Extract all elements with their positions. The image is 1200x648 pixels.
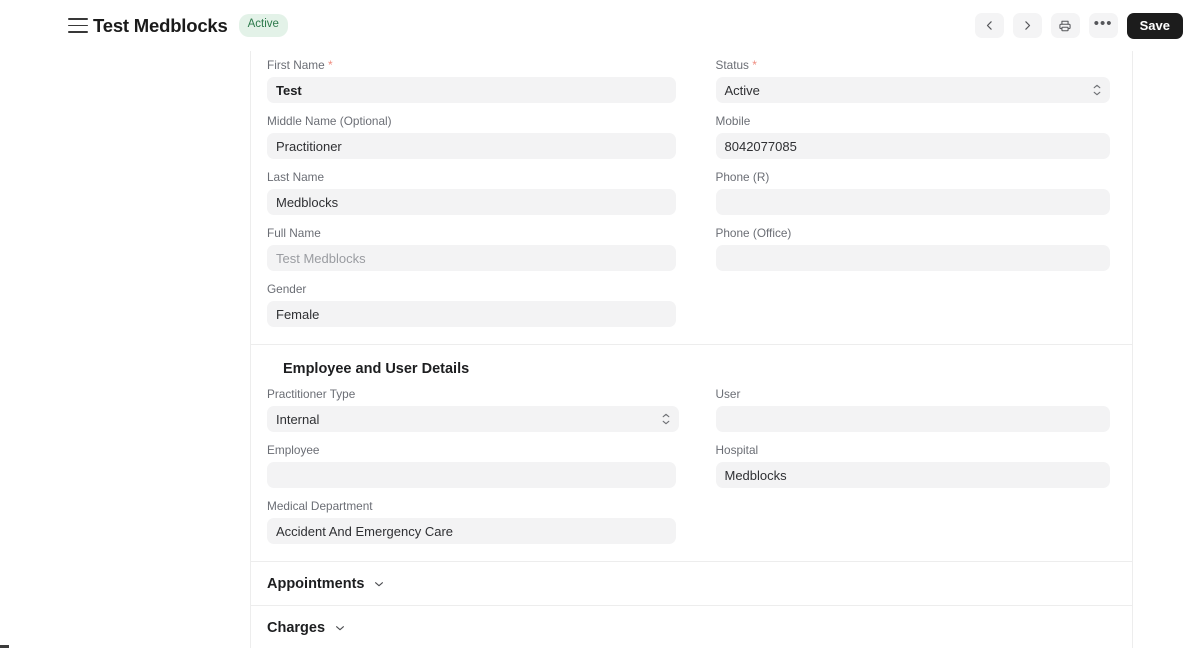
hamburger-line xyxy=(68,31,88,33)
field-full-name: Full Name xyxy=(267,226,676,271)
field-last-name: Last Name xyxy=(267,170,676,215)
first-name-input[interactable] xyxy=(267,77,676,103)
field-label: Mobile xyxy=(716,114,1111,128)
mobile-input[interactable] xyxy=(716,133,1111,159)
page-header: Test Medblocks Active ••• Save xyxy=(0,0,1200,51)
stepper-arrows-icon xyxy=(1093,84,1101,96)
hamburger-line xyxy=(68,18,88,20)
employee-user-details-section: Employee and User Details Practitioner T… xyxy=(251,344,1132,561)
next-record-button[interactable] xyxy=(1013,13,1042,38)
field-label: Hospital xyxy=(716,443,1111,457)
field-hospital: Hospital xyxy=(716,443,1111,488)
collapsible-charges[interactable]: Charges xyxy=(251,605,1132,648)
employee-left-column: Practitioner Type Internal Employee Medi… xyxy=(267,387,692,544)
required-marker: * xyxy=(749,58,757,72)
field-mobile: Mobile xyxy=(716,114,1111,159)
save-button[interactable]: Save xyxy=(1127,13,1183,39)
status-select[interactable]: Active xyxy=(716,77,1111,103)
printer-icon xyxy=(1058,19,1072,33)
phone-r-input[interactable] xyxy=(716,189,1111,215)
required-marker: * xyxy=(325,58,333,72)
chevron-up-icon xyxy=(1093,84,1101,89)
collapsible-title: Charges xyxy=(267,620,325,636)
collapsible-appointments[interactable]: Appointments xyxy=(251,561,1132,605)
field-first-name: First Name * xyxy=(267,58,676,103)
field-medical-department: Medical Department xyxy=(267,499,676,544)
field-label: Phone (R) xyxy=(716,170,1111,184)
field-label: First Name * xyxy=(267,58,676,72)
chevron-left-icon xyxy=(983,19,996,32)
chevron-down-icon xyxy=(1093,91,1101,96)
form-container: First Name * Middle Name (Optional) Last… xyxy=(250,51,1133,648)
hamburger-line xyxy=(68,25,88,27)
phone-office-input[interactable] xyxy=(716,245,1111,271)
more-options-button[interactable]: ••• xyxy=(1089,13,1118,38)
stepper-arrows-icon xyxy=(662,413,670,425)
full-name-input[interactable] xyxy=(267,245,676,271)
employee-right-column: User Hospital xyxy=(692,387,1117,544)
last-name-input[interactable] xyxy=(267,189,676,215)
field-label: Phone (Office) xyxy=(716,226,1111,240)
collapsible-title: Appointments xyxy=(267,576,364,592)
chevron-up-icon xyxy=(662,413,670,418)
section-title-employee-user-details: Employee and User Details xyxy=(267,345,1116,380)
field-label: Employee xyxy=(267,443,676,457)
field-label: Medical Department xyxy=(267,499,676,513)
field-label: User xyxy=(716,387,1111,401)
field-label: Last Name xyxy=(267,170,676,184)
status-select-value: Active xyxy=(725,83,760,98)
header-actions: ••• Save xyxy=(975,13,1183,39)
basic-right-column: Status * Active Mobile Phone (R) xyxy=(692,58,1117,327)
field-label: Practitioner Type xyxy=(267,387,676,401)
field-user: User xyxy=(716,387,1111,432)
chevron-down-icon xyxy=(662,420,670,425)
basic-details-section: First Name * Middle Name (Optional) Last… xyxy=(251,51,1132,344)
hospital-input[interactable] xyxy=(716,462,1111,488)
field-label: Status * xyxy=(716,58,1111,72)
field-label: Full Name xyxy=(267,226,676,240)
gender-input[interactable] xyxy=(267,301,676,327)
hamburger-icon[interactable] xyxy=(68,18,88,33)
medical-department-input[interactable] xyxy=(267,518,676,544)
practitioner-type-value: Internal xyxy=(276,412,319,427)
field-gender: Gender xyxy=(267,282,676,327)
print-button[interactable] xyxy=(1051,13,1080,38)
employee-input[interactable] xyxy=(267,462,676,488)
previous-record-button[interactable] xyxy=(975,13,1004,38)
chevron-down-icon xyxy=(373,578,385,590)
basic-left-column: First Name * Middle Name (Optional) Last… xyxy=(267,58,692,327)
field-phone-r: Phone (R) xyxy=(716,170,1111,215)
field-label: Middle Name (Optional) xyxy=(267,114,676,128)
field-phone-office: Phone (Office) xyxy=(716,226,1111,271)
field-practitioner-type: Practitioner Type Internal xyxy=(267,387,676,432)
basic-details-grid: First Name * Middle Name (Optional) Last… xyxy=(267,51,1116,344)
employee-details-grid: Practitioner Type Internal Employee Medi… xyxy=(267,380,1116,561)
field-employee: Employee xyxy=(267,443,676,488)
user-input[interactable] xyxy=(716,406,1111,432)
field-status: Status * Active xyxy=(716,58,1111,103)
status-badge: Active xyxy=(239,14,288,37)
practitioner-type-select[interactable]: Internal xyxy=(267,406,679,432)
field-label: Gender xyxy=(267,282,676,296)
middle-name-input[interactable] xyxy=(267,133,676,159)
page-title: Test Medblocks xyxy=(93,15,228,37)
field-middle-name: Middle Name (Optional) xyxy=(267,114,676,159)
chevron-down-icon xyxy=(334,622,346,634)
chevron-right-icon xyxy=(1021,19,1034,32)
